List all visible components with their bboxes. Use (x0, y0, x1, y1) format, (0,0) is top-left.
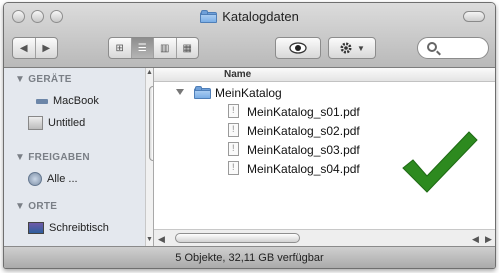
horizontal-scroll-thumb[interactable] (175, 233, 300, 243)
scroll-up-icon[interactable]: ▲ (146, 69, 153, 76)
coverflow-view-icon: ▦ (182, 42, 192, 54)
status-bar: 5 Objekte, 32,11 GB verfügbar (4, 246, 495, 268)
disclosure-triangle-icon[interactable] (176, 89, 184, 95)
forward-button[interactable]: ▶ (36, 38, 58, 58)
folder-name: MeinKatalog (215, 86, 282, 100)
search-icon (427, 42, 437, 52)
status-text: 5 Objekte, 32,11 GB verfügbar (175, 252, 324, 264)
pdf-file-icon (228, 142, 239, 156)
scroll-down-icon[interactable]: ▼ (146, 236, 153, 243)
folder-row[interactable]: MeinKatalog (154, 84, 495, 101)
icon-view-button[interactable]: ⊞ (109, 38, 132, 58)
chevron-down-icon: ▼ (357, 43, 365, 53)
sidebar-header-shared: ▼ FREIGABEN (15, 152, 90, 163)
laptop-icon (36, 98, 48, 104)
file-name: MeinKatalog_s02.pdf (247, 124, 360, 138)
list-view-icon: ☰ (137, 42, 147, 54)
sidebar-item-label: Alle ... (47, 173, 78, 185)
toolbar-toggle-button[interactable] (463, 11, 485, 22)
sidebar-item-label: Schreibtisch (49, 222, 109, 234)
file-list: Name MeinKatalog MeinKatalog_s01.pdf Mei… (154, 68, 495, 229)
folder-icon (194, 86, 211, 99)
pdf-file-icon (228, 104, 239, 118)
folder-icon (200, 10, 218, 23)
sidebar-item-desktop[interactable]: Schreibtisch (28, 222, 109, 234)
chevron-right-icon: ▶ (42, 42, 51, 54)
pdf-file-icon (228, 161, 239, 175)
icon-view-icon: ⊞ (115, 42, 124, 54)
sidebar-item-all[interactable]: Alle ... (28, 172, 78, 186)
horizontal-scrollbar[interactable]: ◀ ◀ ▶ (154, 229, 495, 246)
finder-window: Katalogdaten ◀ ▶ ⊞ ☰ ▥ ▦ ▼ ▼ GERÄTE MacB… (3, 2, 496, 269)
nav-buttons: ◀ ▶ (12, 37, 58, 59)
column-header-label: Name (224, 69, 252, 80)
search-field[interactable] (417, 37, 489, 59)
toolbar: Katalogdaten ◀ ▶ ⊞ ☰ ▥ ▦ ▼ (4, 3, 495, 68)
checkmark-icon (402, 131, 478, 193)
file-name: MeinKatalog_s01.pdf (247, 105, 360, 119)
sidebar-item-macbook[interactable]: MacBook (28, 95, 99, 107)
back-button[interactable]: ◀ (13, 38, 36, 58)
sidebar-item-label: Untitled (48, 117, 86, 129)
chevron-left-icon: ◀ (19, 42, 28, 54)
scroll-right-icon[interactable]: ▶ (485, 234, 492, 245)
action-button[interactable]: ▼ (328, 37, 376, 59)
column-header-name[interactable]: Name (154, 68, 495, 82)
scroll-left-icon[interactable]: ◀ (158, 234, 165, 245)
desktop-icon (28, 222, 44, 234)
column-view-icon: ▥ (160, 42, 170, 54)
coverflow-view-button[interactable]: ▦ (177, 38, 199, 58)
sidebar-item-label: MacBook (53, 95, 99, 107)
sidebar-header-places: ▼ ORTE (15, 201, 58, 212)
window-title: Katalogdaten (222, 9, 299, 24)
sidebar: ▼ GERÄTE MacBook Untitled ▼ FREIGABEN Al… (4, 68, 154, 246)
file-name: MeinKatalog_s04.pdf (247, 162, 360, 176)
quick-look-button[interactable] (275, 37, 321, 59)
sidebar-header-devices: ▼ GERÄTE (15, 74, 72, 85)
disk-icon (28, 116, 43, 130)
sidebar-item-untitled[interactable]: Untitled (28, 116, 85, 130)
pdf-file-icon (228, 123, 239, 137)
view-switcher: ⊞ ☰ ▥ ▦ (108, 37, 199, 59)
file-row[interactable]: MeinKatalog_s01.pdf (154, 103, 495, 120)
file-name: MeinKatalog_s03.pdf (247, 143, 360, 157)
scroll-left-icon[interactable]: ◀ (472, 234, 479, 245)
eye-icon (289, 42, 307, 54)
gear-icon (340, 42, 352, 54)
column-view-button[interactable]: ▥ (154, 38, 177, 58)
list-view-button[interactable]: ☰ (131, 38, 154, 58)
network-icon (28, 172, 42, 186)
